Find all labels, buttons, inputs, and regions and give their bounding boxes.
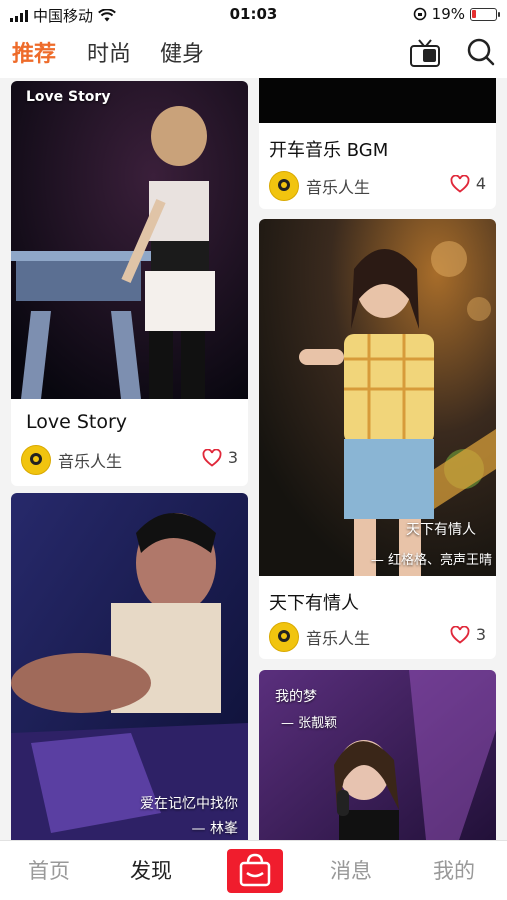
- card-title: Love Story: [26, 411, 128, 433]
- card-title: 天下有情人: [269, 593, 359, 614]
- like-count[interactable]: 4: [450, 174, 486, 193]
- status-right: 19%: [413, 5, 500, 23]
- tab-profile[interactable]: 我的: [433, 855, 475, 885]
- rotation-lock-icon: [413, 7, 426, 21]
- heart-icon[interactable]: [202, 448, 222, 467]
- cover-overlay-artist: — 红格格、亮声王晴: [370, 553, 492, 568]
- cover-image-singer: [11, 493, 248, 840]
- heart-icon[interactable]: [450, 174, 470, 193]
- tab-discover[interactable]: 发现: [130, 855, 172, 885]
- cover-overlay-title: 我的梦: [275, 689, 317, 705]
- cover-overlay-artist: — 张靓颖: [281, 716, 338, 731]
- cover-overlay-artist: — 林峯: [191, 821, 238, 837]
- battery-icon: [470, 7, 500, 21]
- cover-overlay-title: 天下有情人: [406, 522, 476, 538]
- shopping-bag-icon: [239, 853, 271, 887]
- status-bar: 中国移动 01:03 19%: [0, 0, 507, 28]
- cover-overlay-title: 爱在记忆中找你: [140, 796, 238, 812]
- tab-recommend[interactable]: 推荐: [12, 36, 56, 68]
- cover-image-concert: [11, 81, 248, 399]
- cover-image-dark: [259, 78, 496, 123]
- cover-caption: Love Story: [26, 89, 111, 105]
- card-title: 开车音乐 BGM: [269, 140, 389, 161]
- like-count-value: 4: [475, 174, 486, 193]
- author-name[interactable]: 音乐人生: [58, 448, 122, 472]
- shopping-bag-button[interactable]: [227, 849, 283, 893]
- search-icon[interactable]: [466, 37, 496, 67]
- tab-home[interactable]: 首页: [28, 855, 70, 885]
- feed-card-singer-lin[interactable]: 爱在记忆中找你 — 林峯: [11, 493, 248, 840]
- author-name[interactable]: 音乐人生: [306, 174, 370, 198]
- app-screen: 中国移动 01:03 19% 推荐 时尚 健身 Love Story Love …: [0, 0, 507, 900]
- content-feed[interactable]: Love Story Love Story 音乐人生 3 爱在记忆中找你 — 林…: [0, 78, 507, 840]
- like-count[interactable]: 3: [202, 448, 238, 467]
- author-avatar[interactable]: [21, 445, 51, 475]
- feed-card-tianxia[interactable]: 天下有情人 — 红格格、亮声王晴 天下有情人 音乐人生 3: [259, 219, 496, 659]
- author-avatar[interactable]: [269, 171, 299, 201]
- card-meta: 音乐人生 4: [269, 171, 486, 201]
- feed-card-driving-bgm[interactable]: 开车音乐 BGM 音乐人生 4: [259, 78, 496, 209]
- top-navigation: 推荐 时尚 健身: [0, 28, 507, 78]
- tv-icon[interactable]: [409, 38, 441, 68]
- like-count-value: 3: [475, 625, 486, 644]
- card-meta: 音乐人生 3: [269, 622, 486, 652]
- tab-fashion[interactable]: 时尚: [87, 36, 131, 68]
- like-count-value: 3: [227, 448, 238, 467]
- like-count[interactable]: 3: [450, 625, 486, 644]
- author-name[interactable]: 音乐人生: [306, 625, 370, 649]
- feed-card-wodemeng[interactable]: 我的梦 — 张靓颖: [259, 670, 496, 840]
- author-avatar[interactable]: [269, 622, 299, 652]
- heart-icon[interactable]: [450, 625, 470, 644]
- card-meta: 音乐人生 3: [21, 445, 238, 475]
- battery-percent: 19%: [431, 5, 465, 23]
- battery-fill: [472, 9, 476, 18]
- tab-messages[interactable]: 消息: [330, 855, 372, 885]
- tab-fitness[interactable]: 健身: [160, 36, 204, 68]
- feed-card-love-story[interactable]: Love Story Love Story 音乐人生 3: [11, 81, 248, 486]
- bottom-tab-bar: 首页 发现 消息 我的: [0, 840, 507, 900]
